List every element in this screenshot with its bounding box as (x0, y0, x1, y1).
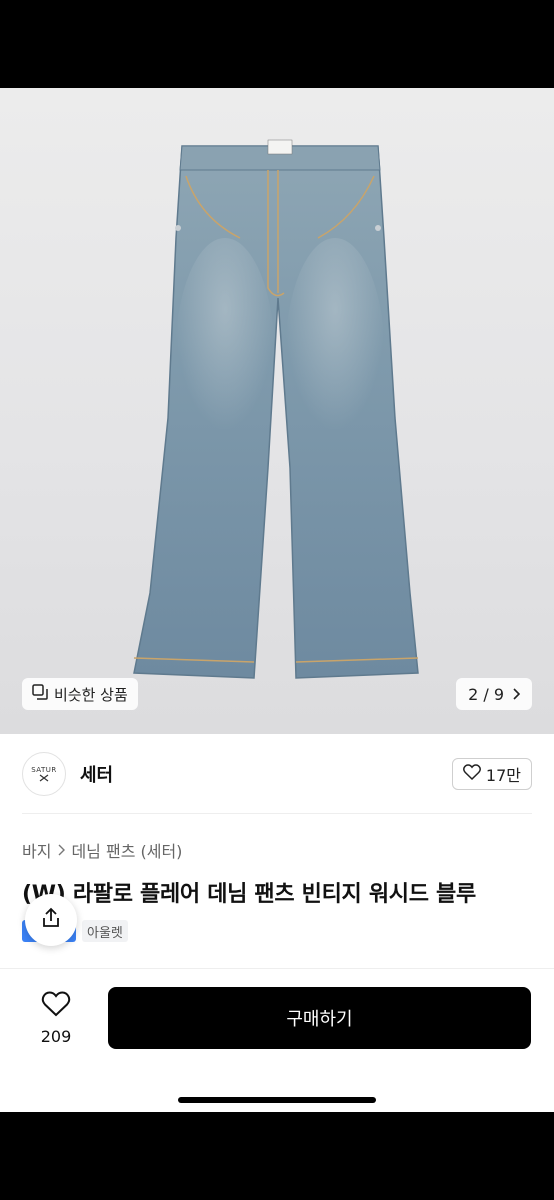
product-info: SATUR 세터 17만 바지 데님 팬츠 (세터) (W) 라팔로 플레어 데… (0, 734, 554, 1112)
status-bar-area (0, 0, 554, 88)
bottom-black-area (0, 1112, 554, 1200)
wishlist-count: 209 (40, 1027, 72, 1046)
logo-mark-icon (39, 774, 49, 782)
breadcrumb: 바지 데님 팬츠 (세터) (22, 838, 182, 862)
product-image-gallery[interactable]: 비슷한 상품 2 / 9 (0, 88, 554, 734)
breadcrumb-item-category[interactable]: 바지 (22, 838, 51, 862)
shop-name[interactable]: 세터 (80, 761, 113, 787)
buy-button[interactable]: 구매하기 (108, 987, 531, 1049)
image-counter[interactable]: 2 / 9 (456, 678, 532, 710)
product-image (133, 139, 419, 679)
similar-icon (32, 684, 48, 704)
shop-logo-text: SATUR (31, 766, 57, 774)
heart-icon (41, 991, 71, 1021)
image-counter-text: 2 / 9 (468, 684, 504, 704)
shop-logo[interactable]: SATUR (22, 752, 66, 796)
share-button[interactable] (25, 894, 77, 946)
shop-like-count: 17만 (485, 766, 521, 785)
shop-like-button[interactable]: 17만 (451, 758, 532, 790)
chevron-right-icon (57, 841, 66, 860)
home-indicator (178, 1097, 376, 1103)
breadcrumb-item-subcategory[interactable]: 데님 팬츠 (세터) (71, 838, 182, 862)
share-icon (40, 907, 62, 933)
heart-outline-icon (462, 764, 481, 784)
shop-row[interactable]: SATUR 세터 17만 (22, 750, 532, 798)
product-title: (W) 라팔로 플레어 데님 팬츠 빈티지 워시드 블루 (22, 882, 476, 907)
wishlist-button[interactable]: 209 (30, 991, 82, 1046)
bottom-action-bar: 209 구매하기 (0, 968, 554, 1112)
similar-products-button[interactable]: 비슷한 상품 (22, 678, 138, 710)
similar-products-label: 비슷한 상품 (54, 685, 128, 704)
divider (22, 813, 532, 814)
outlet-badge: 아울렛 (82, 920, 128, 942)
chevron-right-icon (512, 685, 521, 704)
